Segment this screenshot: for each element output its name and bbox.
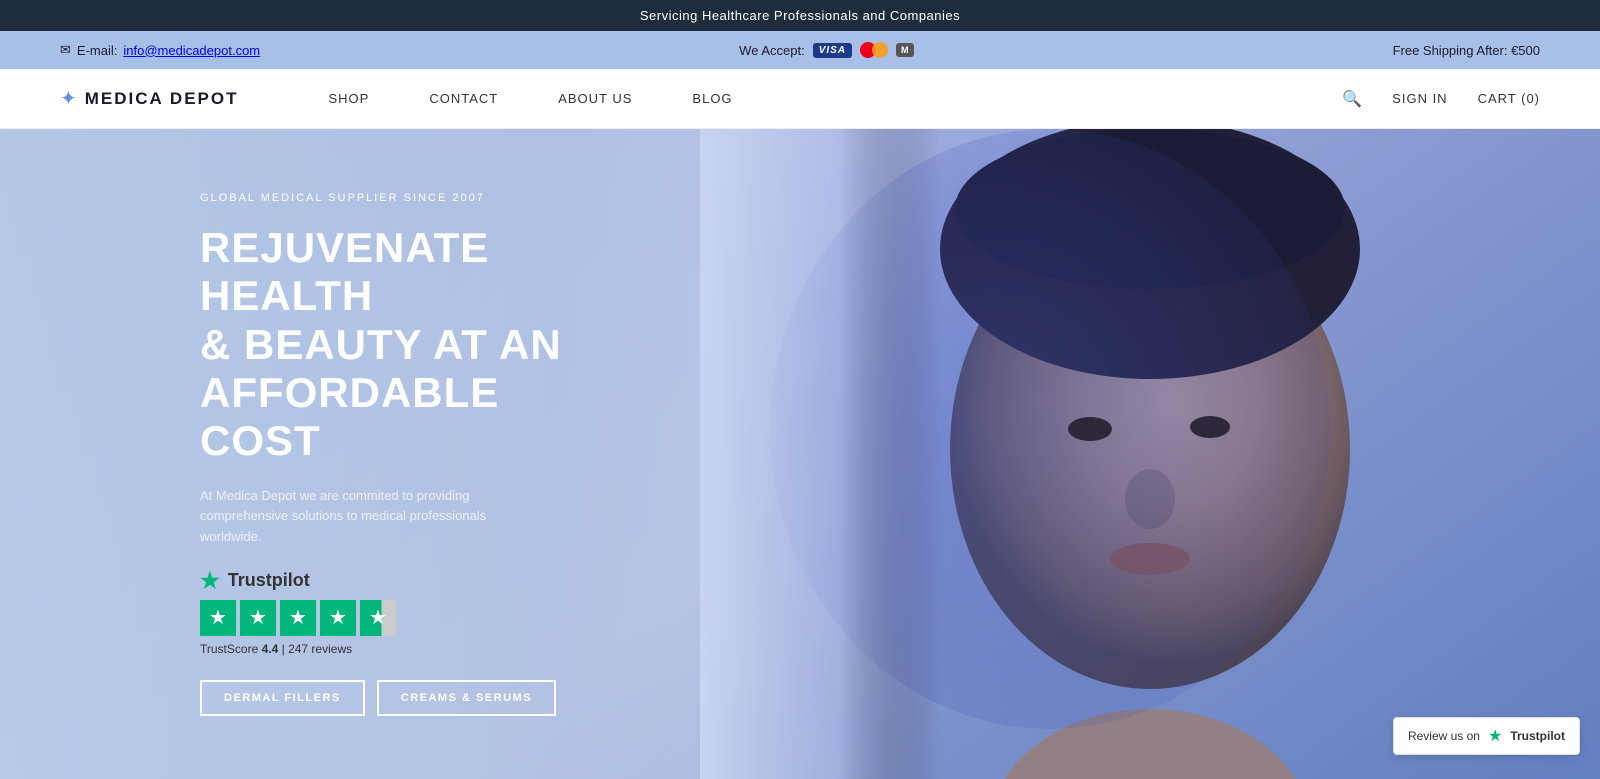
hero-image-area [700, 129, 1600, 779]
announcement-text: Servicing Healthcare Professionals and C… [640, 8, 960, 23]
creams-serums-button[interactable]: CREAMS & SERUMS [377, 680, 556, 716]
shipping-text: Free Shipping After: €500 [1393, 43, 1540, 58]
hero-subtitle: GLOBAL MEDICAL SUPPLIER SINCE 2007 [200, 192, 600, 204]
logo-text: MEDICA DEPOT [85, 89, 239, 109]
payment-section: We Accept: VISA M [739, 41, 913, 59]
hero-title: REJUVENATE HEALTH & BEAUTY AT AN AFFORDA… [200, 224, 600, 465]
payment-label: We Accept: [739, 43, 805, 58]
trustpilot-section: ★ Trustpilot ★ ★ ★ ★ ★ TrustScore 4.4 | … [200, 568, 600, 656]
review-badge[interactable]: Review us on ★ Trustpilot [1393, 717, 1580, 755]
logo-icon: ✦ [60, 86, 77, 111]
star-3: ★ [280, 600, 316, 636]
hero-content: GLOBAL MEDICAL SUPPLIER SINCE 2007 REJUV… [0, 192, 600, 716]
info-bar: E-mail: info@medicadepot.com We Accept: … [0, 31, 1600, 69]
trustpilot-logo: ★ Trustpilot [200, 568, 600, 594]
hero-buttons: DERMAL FILLERS CREAMS & SERUMS [200, 680, 600, 716]
star-5-half: ★ [360, 600, 396, 636]
review-badge-star: ★ [1488, 726, 1502, 746]
maestro-icon: M [896, 43, 914, 57]
navbar: ✦ MEDICA DEPOT SHOP CONTACT ABOUT US BLO… [0, 69, 1600, 129]
email-label: E-mail: [77, 43, 117, 58]
email-section: E-mail: info@medicadepot.com [60, 42, 260, 58]
email-link[interactable]: info@medicadepot.com [123, 43, 260, 58]
signin-link[interactable]: SIGN IN [1392, 91, 1447, 106]
hero-description: At Medica Depot we are commited to provi… [200, 486, 540, 548]
stars-row: ★ ★ ★ ★ ★ [200, 600, 600, 636]
nav-right: 🔍 SIGN IN CART (0) [1342, 89, 1540, 109]
envelope-icon [60, 42, 71, 58]
trustpilot-star-icon: ★ [200, 568, 220, 594]
cart-link[interactable]: CART (0) [1478, 91, 1540, 106]
announcement-bar: Servicing Healthcare Professionals and C… [0, 0, 1600, 31]
nav-shop[interactable]: SHOP [298, 90, 399, 108]
trustscore-text: TrustScore 4.4 | 247 reviews [200, 642, 600, 656]
star-4: ★ [320, 600, 356, 636]
star-1: ★ [200, 600, 236, 636]
review-badge-text: Review us on [1408, 729, 1480, 743]
logo-link[interactable]: ✦ MEDICA DEPOT [60, 86, 238, 111]
dermal-fillers-button[interactable]: DERMAL FILLERS [200, 680, 365, 716]
hero-svg [700, 129, 1600, 779]
nav-blog[interactable]: BLOG [662, 90, 762, 108]
mastercard-icon [860, 41, 888, 59]
nav-contact[interactable]: CONTACT [399, 90, 528, 108]
visa-icon: VISA [813, 43, 852, 58]
nav-about[interactable]: ABOUT US [528, 90, 662, 108]
review-badge-brand: Trustpilot [1510, 729, 1565, 743]
star-2: ★ [240, 600, 276, 636]
hero-section: GLOBAL MEDICAL SUPPLIER SINCE 2007 REJUV… [0, 129, 1600, 779]
nav-links: SHOP CONTACT ABOUT US BLOG [298, 90, 1342, 108]
search-button[interactable]: 🔍 [1342, 89, 1362, 109]
